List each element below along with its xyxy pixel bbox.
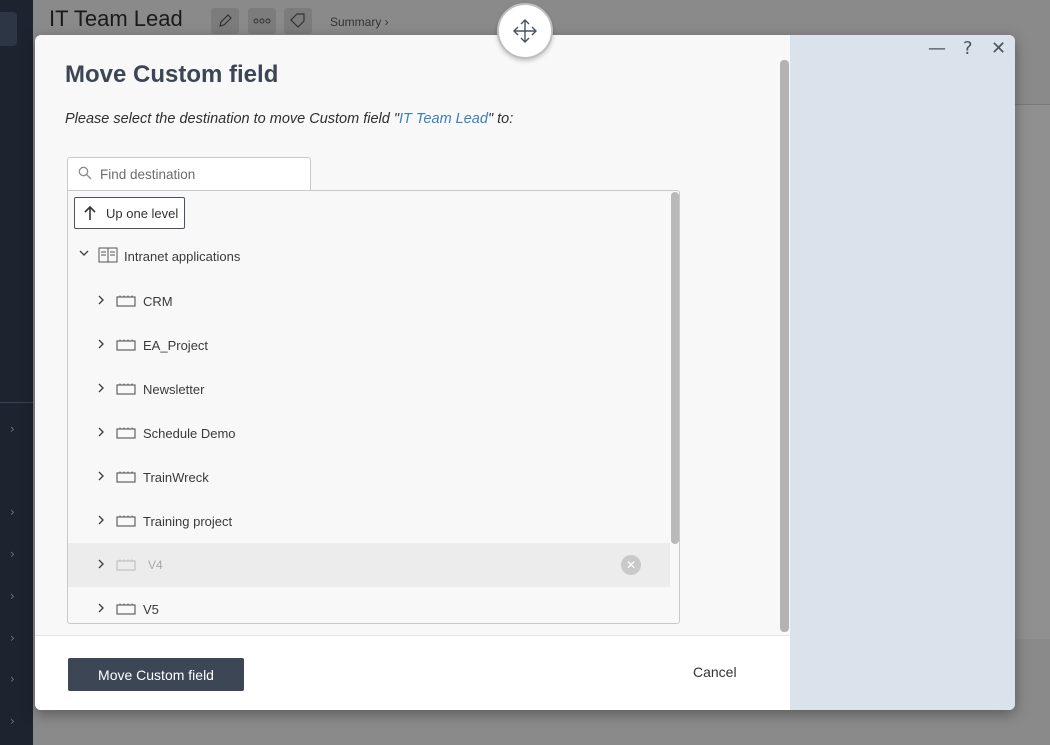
project-icon — [116, 295, 136, 307]
sidebar-divider — [0, 402, 33, 403]
chevron-right-icon[interactable] — [96, 557, 106, 571]
arrow-up-icon — [84, 205, 96, 220]
project-icon — [116, 515, 136, 527]
tree-item-newsletter[interactable]: Newsletter — [68, 367, 670, 411]
tree-item-schedule-demo[interactable]: Schedule Demo — [68, 411, 670, 455]
tree-item-label: Newsletter — [143, 382, 205, 397]
move-handle[interactable] — [497, 3, 553, 59]
tree-item-v4[interactable]: V4 ✕ — [68, 543, 670, 587]
tree-item-label: Training project — [143, 514, 233, 529]
help-icon[interactable]: ? — [963, 38, 973, 59]
project-icon — [116, 471, 136, 483]
more-button[interactable] — [248, 8, 276, 34]
close-icon[interactable]: ✕ — [991, 38, 1006, 59]
chevron-right-icon[interactable] — [96, 337, 106, 351]
dialog-scrollbar[interactable] — [780, 60, 789, 632]
tree-scrollbar[interactable] — [671, 192, 679, 544]
breadcrumb[interactable]: Summary › — [330, 15, 389, 29]
up-one-level-label: Up one level — [106, 205, 179, 221]
project-icon — [116, 603, 136, 615]
tree-item-v5[interactable]: V5 — [68, 587, 670, 623]
move-custom-field-dialog: — ? ✕ Move Custom field Please select th… — [35, 35, 1015, 710]
tag-icon — [290, 13, 305, 28]
field-name-link[interactable]: IT Team Lead — [399, 111, 488, 127]
tree-root-label: Intranet applications — [124, 249, 241, 264]
chevron-right-icon[interactable]: › — [10, 589, 15, 603]
project-icon — [116, 427, 136, 439]
project-icon — [116, 559, 136, 571]
edit-button[interactable] — [211, 8, 239, 34]
chevron-right-icon[interactable]: › — [10, 631, 15, 645]
tree-item-trainwreck[interactable]: TrainWreck — [68, 455, 670, 499]
tree-item-label: CRM — [143, 294, 173, 309]
chevron-right-icon[interactable]: › — [10, 422, 15, 436]
tree-item-training-project[interactable]: Training project — [68, 499, 670, 543]
chevron-right-icon[interactable] — [96, 425, 106, 439]
chevron-right-icon[interactable]: › — [10, 505, 15, 519]
chevron-right-icon[interactable] — [96, 381, 106, 395]
more-icon — [253, 18, 271, 24]
page-title: IT Team Lead — [49, 6, 183, 31]
chevron-right-icon[interactable] — [96, 293, 106, 307]
tree-item-label: Schedule Demo — [143, 426, 236, 441]
tree-root-item[interactable]: Intranet applications — [68, 235, 668, 277]
move-icon — [513, 19, 537, 43]
dialog-side-panel — [790, 35, 1015, 710]
chevron-down-icon[interactable] — [78, 247, 90, 259]
chevron-right-icon[interactable]: › — [10, 714, 15, 728]
dialog-footer: Move Custom field Cancel — [35, 635, 790, 710]
dialog-description: Please select the destination to move Cu… — [65, 111, 513, 127]
description-prefix: Please select the destination to move Cu… — [65, 111, 399, 127]
sidebar-active-item[interactable] — [0, 12, 17, 46]
project-icon — [116, 339, 136, 351]
chevron-right-icon[interactable] — [96, 513, 106, 527]
application-icon — [98, 247, 118, 263]
dialog-title: Move Custom field — [65, 61, 279, 88]
minimize-icon[interactable]: — — [928, 38, 946, 59]
search-input[interactable] — [100, 164, 300, 184]
chevron-right-icon[interactable] — [96, 469, 106, 483]
destination-tree: Up one level Intranet applications CRM E… — [67, 190, 680, 624]
cancel-button[interactable]: Cancel — [693, 664, 737, 680]
project-icon — [116, 383, 136, 395]
background-panel — [1015, 104, 1050, 639]
tree-item-label: V4 — [148, 558, 163, 572]
app-sidebar: › › › › › › › — [0, 0, 33, 745]
pencil-icon — [219, 14, 232, 27]
tree-item-crm[interactable]: CRM — [68, 279, 670, 323]
tree-item-label: EA_Project — [143, 338, 209, 353]
chevron-right-icon[interactable]: › — [10, 547, 15, 561]
clear-icon[interactable]: ✕ — [621, 555, 641, 575]
description-suffix: " to: — [487, 111, 514, 127]
chevron-right-icon[interactable] — [96, 601, 106, 615]
destination-search — [67, 157, 311, 190]
move-custom-field-button[interactable]: Move Custom field — [68, 658, 244, 691]
tree-item-label: V5 — [143, 602, 159, 617]
up-one-level-button[interactable]: Up one level — [74, 197, 185, 229]
chevron-right-icon[interactable]: › — [10, 672, 15, 686]
tree-item-ea-project[interactable]: EA_Project — [68, 323, 670, 367]
tree-item-label: TrainWreck — [143, 470, 209, 485]
tag-button[interactable] — [284, 8, 312, 34]
search-icon — [78, 166, 92, 180]
